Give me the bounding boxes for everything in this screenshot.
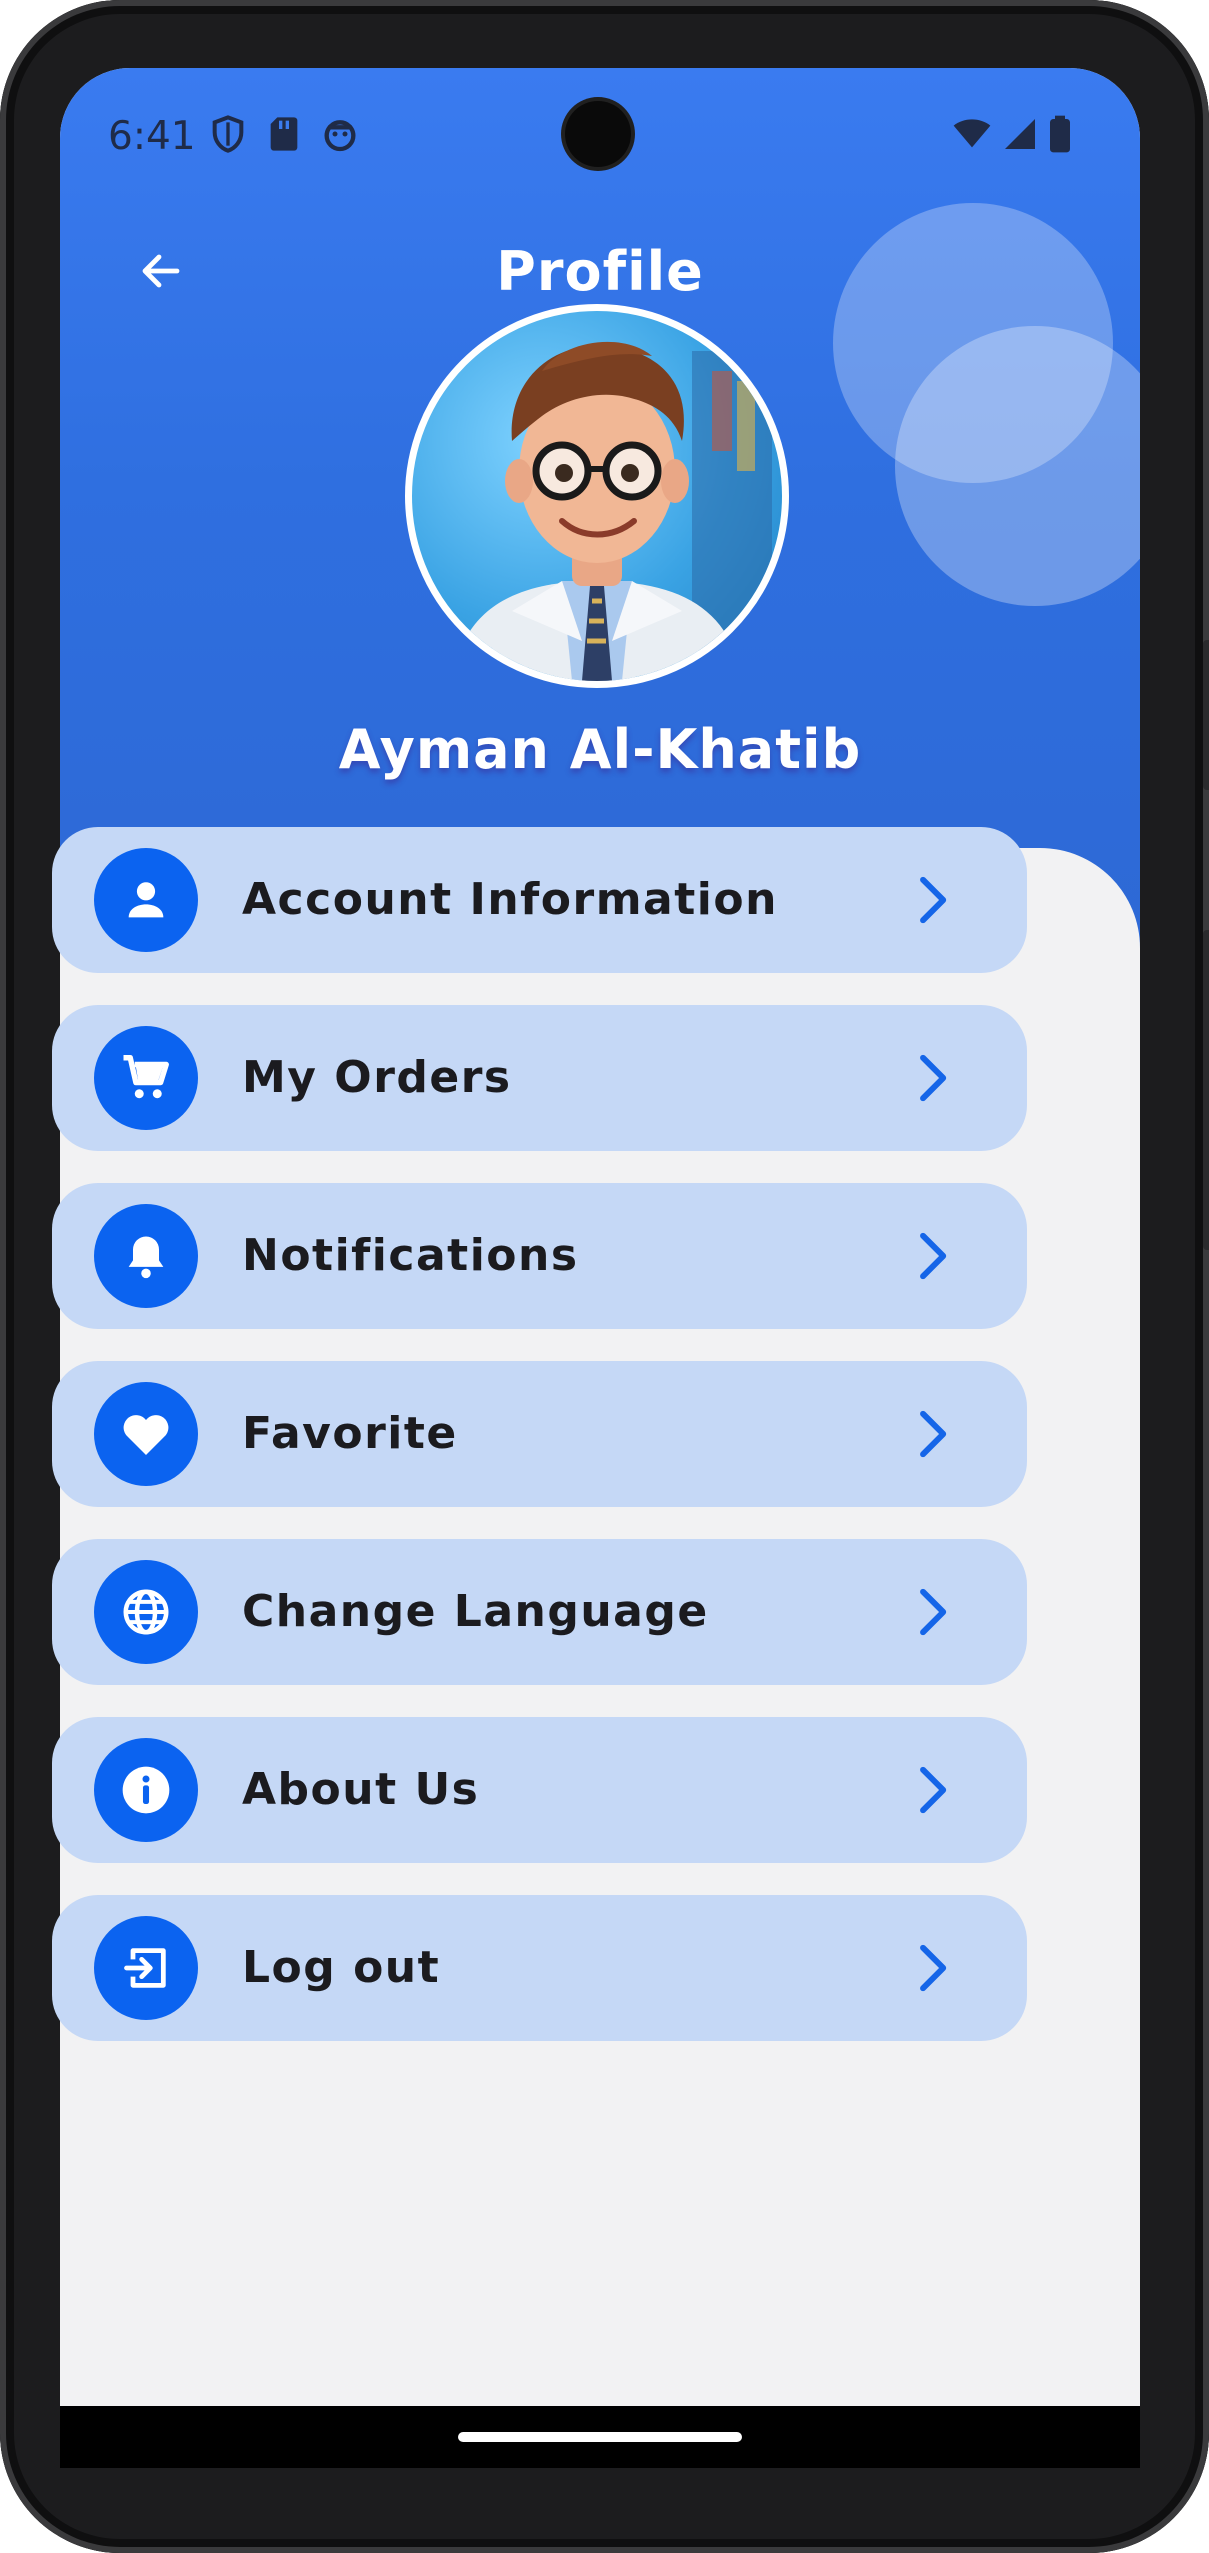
- person-icon: [94, 848, 198, 952]
- cart-icon: [94, 1026, 198, 1130]
- front-camera: [565, 101, 631, 167]
- menu-item-label: Change Language: [242, 1586, 709, 1637]
- avatar[interactable]: [405, 304, 789, 688]
- android-robot-icon: [324, 120, 356, 152]
- globe-icon: [94, 1560, 198, 1664]
- menu-item-label: Favorite: [242, 1408, 458, 1459]
- menu-item-account-information[interactable]: Account Information: [52, 827, 1027, 973]
- sim-card-icon: [270, 117, 298, 151]
- chevron-right-icon: [920, 1410, 947, 1458]
- status-bar: 6:41: [60, 68, 1140, 198]
- info-icon: [94, 1738, 198, 1842]
- shield-icon: [212, 115, 244, 153]
- page-title: Profile: [496, 240, 704, 303]
- bell-icon: [94, 1204, 198, 1308]
- chevron-right-icon: [920, 1232, 947, 1280]
- menu-item-about-us[interactable]: About Us: [52, 1717, 1027, 1863]
- status-time: 6:41: [108, 114, 196, 159]
- profile-name: Ayman Al-Khatib: [338, 718, 862, 781]
- menu-item-log-out[interactable]: Log out: [52, 1895, 1027, 2041]
- chevron-right-icon: [920, 1944, 947, 1992]
- power-button: [1203, 640, 1209, 790]
- cell-signal-icon: [1005, 119, 1035, 149]
- menu-item-label: Account Information: [242, 874, 778, 925]
- menu-item-notifications[interactable]: Notifications: [52, 1183, 1027, 1329]
- chevron-right-icon: [920, 1054, 947, 1102]
- menu-item-my-orders[interactable]: My Orders: [52, 1005, 1027, 1151]
- volume-rocker: [1203, 930, 1209, 1250]
- home-indicator[interactable]: [458, 2432, 742, 2442]
- chevron-right-icon: [920, 1766, 947, 1814]
- avatar-illustration: [452, 341, 772, 681]
- menu-item-change-language[interactable]: Change Language: [52, 1539, 1027, 1685]
- battery-icon: [1050, 115, 1070, 153]
- menu-item-label: About Us: [242, 1764, 480, 1815]
- chevron-right-icon: [920, 1588, 947, 1636]
- system-nav-bar: [60, 2406, 1140, 2468]
- wifi-icon: [953, 119, 991, 148]
- chevron-right-icon: [920, 876, 947, 924]
- menu-item-label: My Orders: [242, 1052, 512, 1103]
- profile-menu: Account Information My Orders Notificati…: [52, 827, 1027, 2073]
- menu-item-favorite[interactable]: Favorite: [52, 1361, 1027, 1507]
- logout-icon: [94, 1916, 198, 2020]
- menu-item-label: Log out: [242, 1942, 441, 1993]
- heart-icon: [94, 1382, 198, 1486]
- menu-item-label: Notifications: [242, 1230, 579, 1281]
- phone-frame: 6:41 Profile Ayman Al-Khatib Account Inf…: [0, 0, 1209, 2553]
